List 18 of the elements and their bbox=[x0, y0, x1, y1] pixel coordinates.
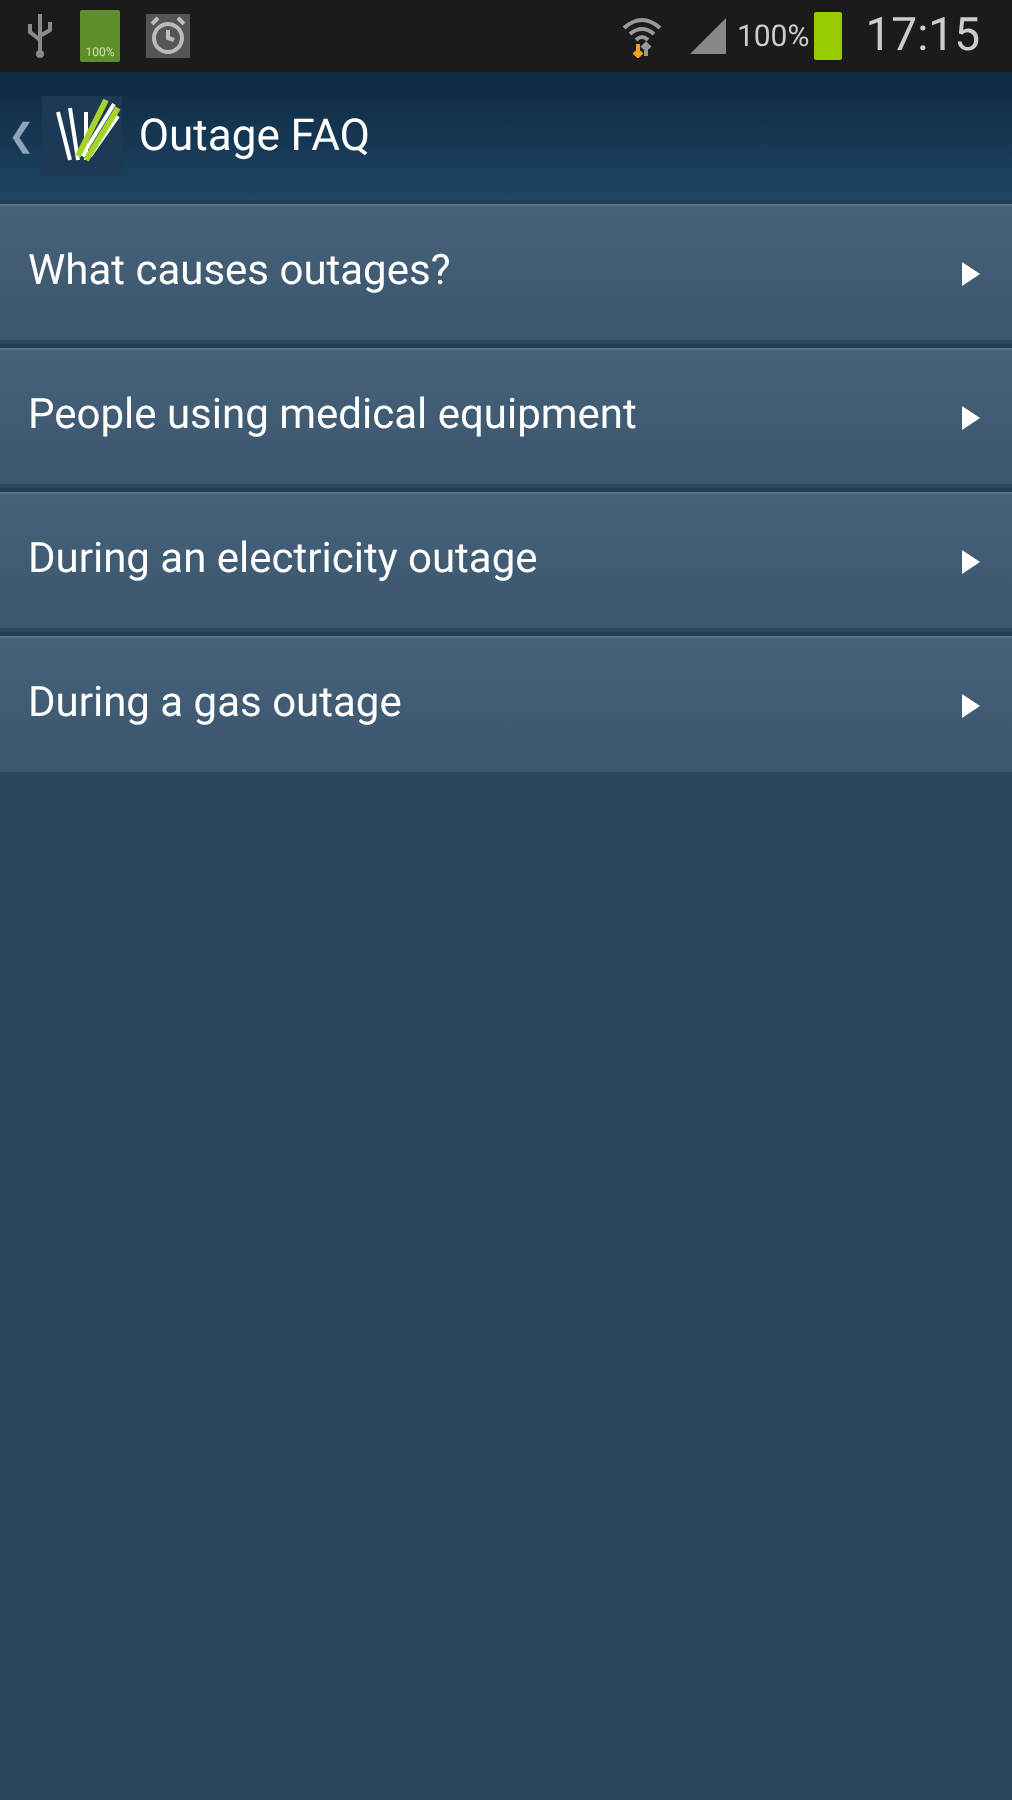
logo-icon bbox=[42, 96, 123, 176]
app-home-button[interactable]: ❮ bbox=[8, 72, 123, 200]
battery-percent: 100% bbox=[736, 15, 810, 58]
faq-list-item[interactable]: During an electricity outage bbox=[0, 492, 1012, 632]
faq-list-item[interactable]: During a gas outage bbox=[0, 636, 1012, 776]
chevron-right-icon bbox=[962, 261, 980, 285]
chevron-right-icon bbox=[962, 693, 980, 717]
battery-icon bbox=[813, 12, 842, 60]
screen-title: Outage FAQ bbox=[138, 109, 371, 165]
clock-time: 17:15 bbox=[865, 5, 982, 66]
wifi-icon bbox=[620, 14, 665, 58]
faq-list-item[interactable]: People using medical equipment bbox=[0, 348, 1012, 488]
alarm-clock-icon bbox=[144, 12, 192, 60]
signal-icon bbox=[688, 16, 729, 56]
chevron-right-icon bbox=[962, 549, 980, 573]
faq-list-item[interactable]: What causes outages? bbox=[0, 204, 1012, 344]
chevron-right-icon bbox=[962, 405, 980, 429]
usb-icon bbox=[24, 12, 56, 60]
